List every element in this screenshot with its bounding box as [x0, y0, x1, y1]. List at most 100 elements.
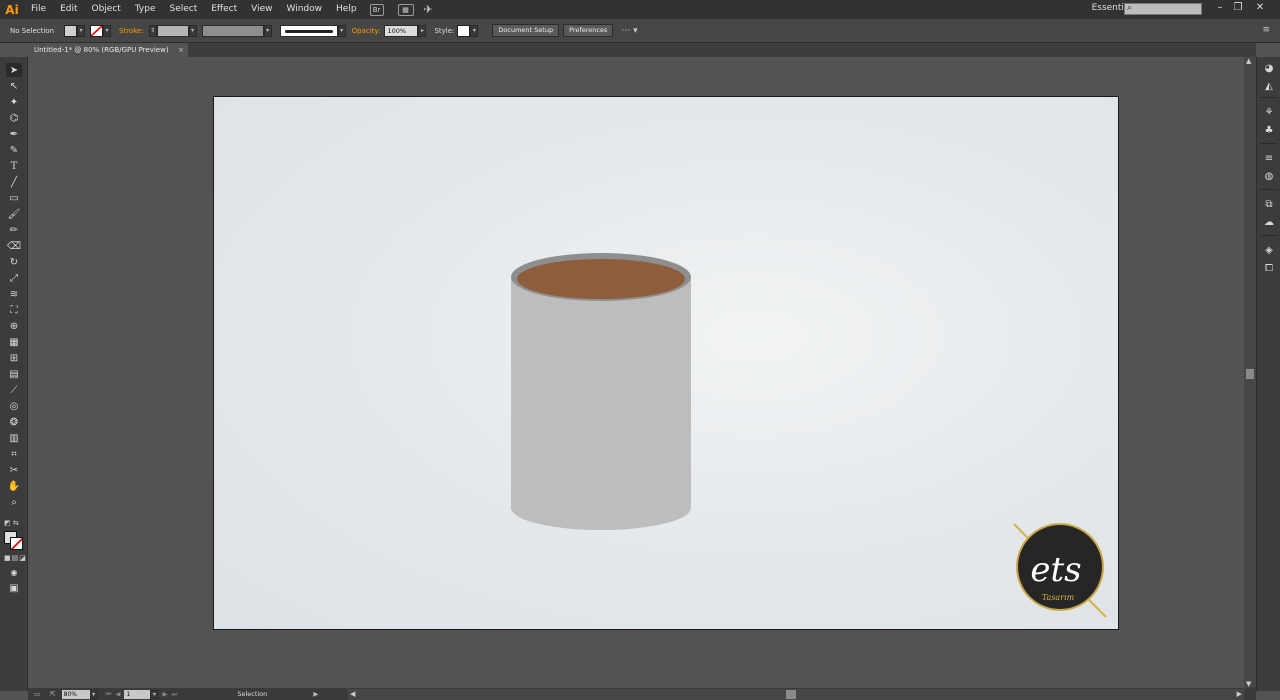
layers-panel-icon[interactable]: ◈: [1261, 243, 1277, 257]
first-artboard-icon[interactable]: ⏮: [106, 690, 112, 699]
cc-libraries-icon[interactable]: ☁: [1261, 215, 1277, 229]
zoom-tool-icon[interactable]: ⌕: [6, 495, 22, 509]
screen-mode-icon[interactable]: ▣: [6, 581, 22, 595]
arrange-icon[interactable]: ⋯ ▾: [621, 26, 637, 36]
horizontal-scrollbar[interactable]: ◀ ▶: [348, 689, 1244, 700]
panel-menu-icon[interactable]: ≡: [1262, 25, 1270, 35]
type-tool-icon[interactable]: T: [6, 159, 22, 173]
variable-width-dropdown[interactable]: ▾: [263, 24, 272, 37]
zoom-field[interactable]: 80%: [61, 689, 90, 699]
slice-tool-icon[interactable]: ✂: [6, 463, 22, 477]
menu-effect[interactable]: Effect: [204, 0, 244, 19]
brushes-panel-icon[interactable]: ⚘: [1261, 105, 1277, 119]
asset-export-icon[interactable]: ⧉: [1261, 197, 1277, 211]
graphic-style-dropdown[interactable]: ▾: [470, 24, 479, 37]
minimize-icon[interactable]: –: [1212, 1, 1228, 15]
menu-help[interactable]: Help: [329, 0, 364, 19]
rectangle-tool-icon[interactable]: ▭: [6, 191, 22, 205]
menu-select[interactable]: Select: [162, 0, 204, 19]
artboard-number-field[interactable]: 1: [124, 689, 151, 699]
stroke-weight-dropdown[interactable]: ▾: [188, 24, 197, 37]
menu-view[interactable]: View: [244, 0, 279, 19]
arrange-documents-icon[interactable]: ▦: [397, 3, 414, 16]
status-icon[interactable]: ▭: [34, 690, 40, 698]
rotate-tool-icon[interactable]: ↻: [6, 255, 22, 269]
appearance-panel-icon[interactable]: ◍: [1261, 169, 1277, 183]
selection-tool-icon[interactable]: ➤: [6, 63, 22, 77]
last-artboard-icon[interactable]: ⏭: [171, 690, 177, 699]
coffee-surface[interactable]: [517, 259, 685, 299]
free-transform-tool-icon[interactable]: ⛶: [6, 303, 22, 317]
curvature-tool-icon[interactable]: ✎: [6, 143, 22, 157]
zoom-dropdown[interactable]: ▾: [89, 689, 98, 699]
menu-type[interactable]: Type: [128, 0, 163, 19]
variable-width-field[interactable]: [201, 24, 264, 37]
stroke-dropdown[interactable]: ▾: [103, 24, 111, 37]
symbol-sprayer-tool-icon[interactable]: ❂: [6, 415, 22, 429]
color-mode-icons[interactable]: ■▤◪: [4, 554, 27, 562]
scroll-down-icon[interactable]: ▼: [1246, 680, 1251, 688]
opacity-field[interactable]: 100%: [384, 24, 419, 37]
symbols-panel-icon[interactable]: ♣: [1261, 123, 1277, 137]
stroke-label[interactable]: Stroke:: [119, 27, 144, 35]
artboard-dropdown[interactable]: ▾: [150, 689, 159, 699]
default-colors-icon[interactable]: ◩ ⇆: [4, 519, 19, 527]
next-artboard-icon[interactable]: ▶: [162, 690, 167, 698]
eraser-tool-icon[interactable]: ⌫: [6, 239, 22, 253]
close-icon[interactable]: ✕: [1252, 1, 1268, 15]
prev-artboard-icon[interactable]: ◀: [115, 690, 120, 698]
mesh-tool-icon[interactable]: ⊞: [6, 351, 22, 365]
lasso-tool-icon[interactable]: ⌬: [6, 111, 22, 125]
status-menu-icon[interactable]: ▶: [313, 690, 318, 698]
pen-tool-icon[interactable]: ✒: [6, 127, 22, 141]
menu-edit[interactable]: Edit: [53, 0, 84, 19]
warp-tool-icon[interactable]: ≋: [6, 287, 22, 301]
artboard-tool-icon[interactable]: ⌗: [6, 447, 22, 461]
direct-selection-tool-icon[interactable]: ↖: [6, 79, 22, 93]
search-input[interactable]: ⌕: [1124, 3, 1202, 15]
stroke-weight-field[interactable]: [156, 24, 189, 37]
magic-wand-tool-icon[interactable]: ✦: [6, 95, 22, 109]
artboards-panel-icon[interactable]: ⧠: [1261, 261, 1277, 275]
fill-dropdown[interactable]: ▾: [77, 24, 85, 37]
document-tab[interactable]: Untitled-1* @ 80% (RGB/GPU Preview) ×: [28, 43, 188, 57]
color-guide-icon[interactable]: ◭: [1261, 79, 1277, 93]
blend-tool-icon[interactable]: ◎: [6, 399, 22, 413]
stroke-color-box[interactable]: [10, 537, 23, 550]
gradient-tool-icon[interactable]: ▤: [6, 367, 22, 381]
scroll-right-icon[interactable]: ▶: [1237, 690, 1242, 698]
restore-icon[interactable]: ❐: [1230, 1, 1246, 15]
stroke-weight-stepper[interactable]: ⇕: [148, 24, 157, 37]
bridge-button[interactable]: Br: [369, 3, 384, 16]
scale-tool-icon[interactable]: ⤢: [6, 271, 22, 285]
stroke-swatch[interactable]: [90, 24, 103, 37]
opacity-label[interactable]: Opacity:: [352, 27, 381, 35]
drawing-mode-icon[interactable]: ◉: [6, 565, 22, 579]
perspective-grid-tool-icon[interactable]: ▦: [6, 335, 22, 349]
hand-tool-icon[interactable]: ✋: [6, 479, 22, 493]
scroll-left-icon[interactable]: ◀: [350, 690, 355, 698]
vertical-scrollbar[interactable]: ▲ ▼: [1244, 57, 1256, 688]
eyedropper-tool-icon[interactable]: ⟋: [6, 383, 22, 397]
brush-definition[interactable]: [279, 24, 338, 37]
document-setup-button[interactable]: Document Setup: [492, 24, 560, 37]
menu-window[interactable]: Window: [280, 0, 330, 19]
brush-dropdown[interactable]: ▾: [337, 24, 346, 37]
gpu-performance-icon[interactable]: ✈: [424, 3, 433, 16]
vertical-scroll-thumb[interactable]: [1246, 369, 1254, 379]
preferences-button[interactable]: Preferences: [563, 24, 614, 37]
line-tool-icon[interactable]: ╱: [6, 175, 22, 189]
opacity-arrow[interactable]: ▸: [418, 24, 427, 37]
horizontal-scroll-thumb[interactable]: [786, 690, 796, 699]
cup-body[interactable]: [511, 277, 691, 508]
column-graph-tool-icon[interactable]: ▥: [6, 431, 22, 445]
menu-file[interactable]: File: [24, 0, 53, 19]
close-tab-icon[interactable]: ×: [178, 43, 184, 57]
menu-object[interactable]: Object: [85, 0, 128, 19]
scroll-up-icon[interactable]: ▲: [1246, 57, 1251, 65]
fill-swatch[interactable]: [64, 24, 77, 37]
stroke-panel-icon[interactable]: ≡: [1261, 151, 1277, 165]
graphic-style-swatch[interactable]: [457, 24, 471, 37]
shape-builder-tool-icon[interactable]: ⊕: [6, 319, 22, 333]
paintbrush-tool-icon[interactable]: 🖌: [6, 207, 22, 221]
